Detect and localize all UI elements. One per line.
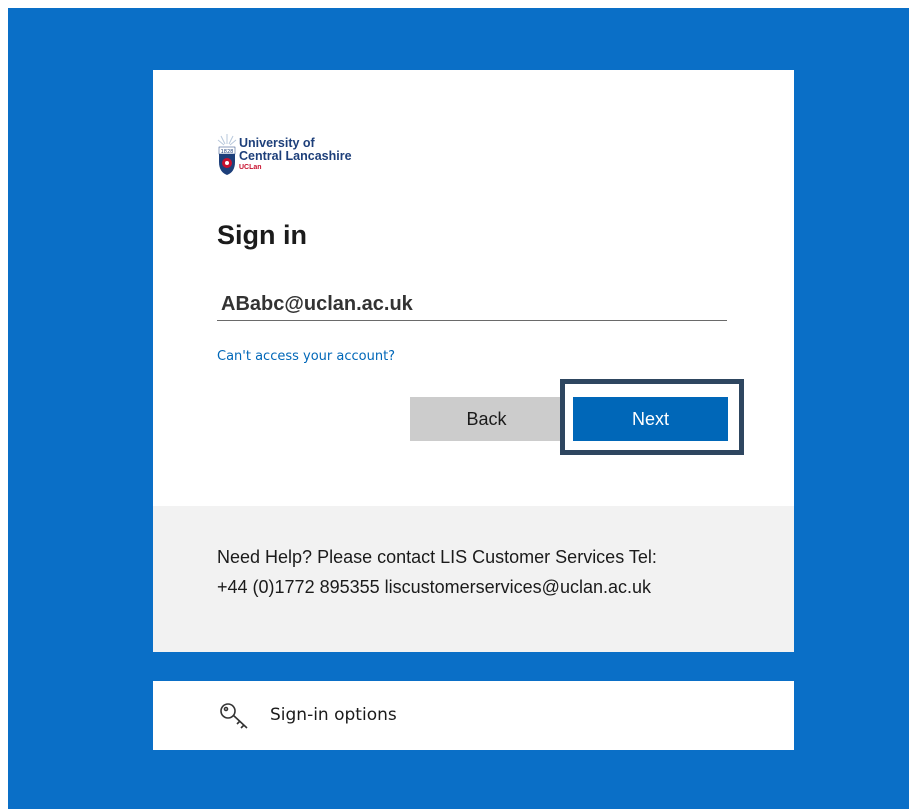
signin-options-label: Sign-in options bbox=[270, 705, 397, 725]
back-button[interactable]: Back bbox=[410, 397, 563, 441]
signin-options-button[interactable]: Sign-in options bbox=[153, 681, 794, 750]
university-crest-icon: 1828 bbox=[217, 134, 237, 175]
email-field[interactable]: ABabc@uclan.ac.uk bbox=[217, 287, 727, 321]
logo-text: University of Central Lancashire bbox=[239, 137, 352, 163]
cant-access-account-link[interactable]: Can't access your account? bbox=[217, 349, 395, 364]
logo-line2: Central Lancashire bbox=[239, 149, 352, 163]
help-text: Need Help? Please contact LIS Customer S… bbox=[217, 542, 777, 602]
logo-subtext: UCLan bbox=[239, 164, 262, 171]
help-line2: +44 (0)1772 895355 liscustomerservices@u… bbox=[217, 577, 652, 597]
help-line1: Need Help? Please contact LIS Customer S… bbox=[217, 547, 657, 567]
page-title: Sign in bbox=[217, 220, 307, 250]
university-logo: 1828 University of Central Lancashire UC… bbox=[217, 132, 387, 182]
key-icon bbox=[220, 703, 248, 729]
crest-year: 1828 bbox=[221, 149, 234, 155]
signin-card: 1828 University of Central Lancashire UC… bbox=[153, 70, 794, 652]
help-section: Need Help? Please contact LIS Customer S… bbox=[153, 506, 794, 652]
next-button[interactable]: Next bbox=[573, 397, 728, 441]
